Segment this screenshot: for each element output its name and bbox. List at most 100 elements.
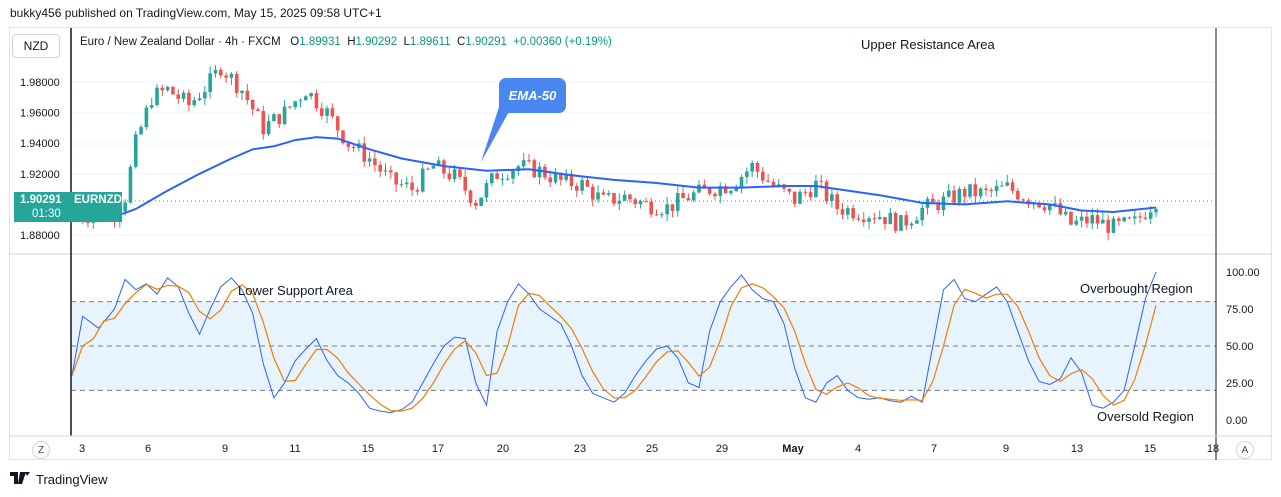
- candle-body: [830, 194, 834, 201]
- candle-body: [192, 100, 197, 106]
- candle-body: [463, 176, 468, 191]
- candle-body: [1132, 216, 1137, 219]
- ohlc-low: 1.89611: [409, 36, 451, 48]
- candle-body: [218, 69, 223, 76]
- candle-body: [399, 184, 404, 186]
- candle-body: [989, 189, 994, 192]
- candle-body: [314, 93, 319, 109]
- candle-body: [973, 184, 978, 197]
- candle-body: [792, 191, 797, 204]
- candle-body: [256, 109, 260, 112]
- time-tick-label: 3: [79, 443, 85, 455]
- candle-body: [1106, 219, 1110, 233]
- candle-body: [1074, 220, 1079, 225]
- candle-body: [1063, 211, 1068, 215]
- candle-body: [1090, 215, 1095, 224]
- candle-body: [404, 182, 409, 185]
- candle-body: [1053, 203, 1057, 205]
- candle-body: [426, 168, 430, 170]
- candle-body: [670, 204, 675, 211]
- candle-body: [899, 215, 903, 231]
- candle-body: [128, 166, 133, 203]
- candle-body: [808, 192, 813, 198]
- candle-body: [521, 160, 526, 167]
- candle-body: [1069, 211, 1073, 225]
- last-price-value: 1.90291: [20, 194, 62, 206]
- candle-body: [373, 158, 377, 166]
- candle-body: [819, 180, 824, 182]
- candle-body: [755, 162, 760, 172]
- candle-body: [649, 201, 653, 215]
- ema-callout: EMA-50: [499, 78, 566, 113]
- ohlc-change: +0.00360 (+0.19%): [513, 36, 612, 48]
- candle-body: [234, 73, 239, 93]
- candle-body: [378, 165, 382, 172]
- candle-body: [266, 121, 271, 135]
- candle-body: [739, 176, 744, 188]
- time-tick-label: 4: [855, 443, 861, 455]
- candle-body: [1127, 217, 1132, 219]
- candle-body: [309, 93, 313, 97]
- auto-scale-button[interactable]: A: [1236, 441, 1254, 459]
- ohlc-close: 1.90291: [465, 36, 507, 48]
- candle-body: [1058, 203, 1063, 215]
- log-scale-button[interactable]: Z: [32, 441, 50, 459]
- time-tick-label: 20: [497, 443, 509, 455]
- candle-body: [585, 180, 590, 187]
- candle-body: [245, 90, 250, 101]
- candle-body: [681, 193, 685, 199]
- candle-body: [304, 96, 308, 101]
- candle-body: [622, 194, 627, 201]
- candle-body: [431, 165, 436, 169]
- candle-body: [474, 202, 478, 206]
- candle-body: [319, 108, 324, 116]
- tradingview-logo-icon: [10, 471, 30, 487]
- candle-body: [861, 219, 866, 222]
- candle-body: [665, 204, 669, 215]
- candle-body: [856, 218, 861, 220]
- candle-body: [814, 180, 818, 198]
- time-tick-label: 23: [574, 443, 586, 455]
- candle-body: [532, 160, 537, 178]
- candle-body: [1122, 217, 1126, 221]
- candle-body: [978, 188, 983, 197]
- candle-body: [628, 194, 632, 200]
- candle-body: [144, 107, 149, 128]
- time-tick-label: 13: [1071, 443, 1083, 455]
- candle-body: [606, 193, 611, 195]
- candle-body: [888, 212, 893, 225]
- stochastic-tick-label: 50.00: [1226, 341, 1254, 353]
- candle-body: [458, 169, 462, 177]
- symbol-name: Euro / New Zealand Dollar · 4h · FXCM: [80, 36, 281, 48]
- candle-body: [867, 218, 871, 222]
- candle-body: [511, 170, 515, 179]
- price-tick-label: 1.98000: [20, 77, 60, 89]
- candle-body: [601, 192, 606, 195]
- time-tick-label: 7: [931, 443, 937, 455]
- last-price-ticker: EURNZD: [74, 194, 122, 206]
- price-tick-label: 1.96000: [20, 108, 60, 120]
- currency-button[interactable]: NZD: [12, 34, 60, 58]
- candle-body: [798, 191, 802, 204]
- price-tick-label: 1.88000: [20, 230, 60, 242]
- stochastic-tick-label: 0.00: [1226, 415, 1247, 427]
- candle-body: [288, 106, 292, 108]
- candle-body: [415, 190, 420, 192]
- candle-body: [575, 185, 579, 191]
- candle-body: [766, 180, 770, 182]
- candle-body: [612, 193, 616, 204]
- candle-body: [1117, 218, 1121, 221]
- upper-resistance-label: Upper Resistance Area: [861, 37, 995, 52]
- candle-body: [686, 198, 691, 201]
- candle-body: [994, 186, 999, 192]
- footer-brand: TradingView: [36, 471, 108, 487]
- candle-body: [909, 223, 914, 226]
- candle-body: [165, 86, 170, 91]
- candle-body: [500, 178, 505, 180]
- candle-body: [351, 146, 356, 149]
- candle-body: [447, 173, 452, 180]
- candle-body: [277, 114, 282, 125]
- candle-body: [1016, 190, 1020, 200]
- candle-body: [203, 91, 207, 99]
- ema-50-line: [71, 136, 1157, 221]
